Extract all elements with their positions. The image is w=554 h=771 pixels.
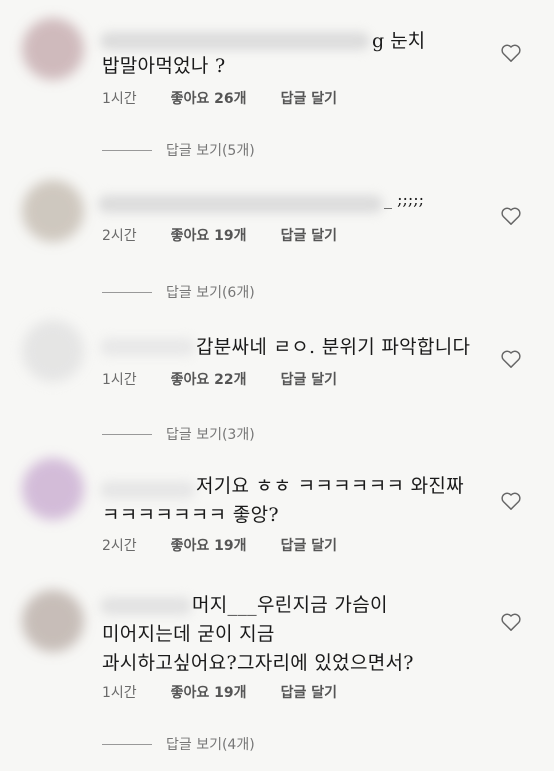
timestamp: 2시간 (102, 538, 137, 554)
heart-outline-icon[interactable] (500, 491, 522, 511)
view-replies-label: 답글 보기(4개) (166, 737, 255, 753)
likes-count[interactable]: 좋아요 22개 (171, 369, 247, 389)
likes-count[interactable]: 좋아요 19개 (171, 682, 247, 702)
timestamp: 1시간 (102, 91, 137, 107)
comment-meta: 1시간 좋아요 22개 답글 달기 (102, 369, 337, 389)
avatar[interactable] (22, 18, 84, 80)
timestamp: 2시간 (102, 228, 137, 244)
comment-text: 저기요 ㅎㅎ ㅋㅋㅋㅋㅋㅋ 와진짜 ㅋㅋㅋㅋㅋㅋㅋ 좋앙? (102, 475, 464, 526)
comment-meta: 1시간 좋아요 19개 답글 달기 (102, 682, 337, 702)
likes-count[interactable]: 좋아요 19개 (171, 535, 247, 555)
avatar[interactable] (22, 458, 84, 520)
avatar[interactable] (22, 180, 84, 242)
heart-outline-icon[interactable] (500, 43, 522, 63)
username-blurred[interactable] (100, 338, 195, 356)
view-replies-label: 답글 보기(6개) (166, 285, 255, 301)
likes-count[interactable]: 좋아요 26개 (171, 88, 247, 108)
avatar[interactable] (22, 320, 84, 382)
view-replies-button[interactable]: 답글 보기(3개) (102, 424, 255, 444)
view-replies-button[interactable]: 답글 보기(4개) (102, 734, 255, 754)
divider-line (102, 291, 152, 293)
comment-meta: 2시간 좋아요 19개 답글 달기 (102, 225, 337, 245)
reply-button[interactable]: 답글 달기 (281, 535, 337, 555)
divider-line (102, 149, 152, 151)
timestamp: 1시간 (102, 372, 137, 388)
username-blurred[interactable] (98, 195, 383, 213)
reply-button[interactable]: 답글 달기 (281, 88, 337, 108)
comment-text: 밥말아먹었나 ? (102, 55, 226, 77)
comment-meta: 2시간 좋아요 19개 답글 달기 (102, 535, 337, 555)
comment-text: 갑분싸네 ㄹㅇ. 분위기 파악합니다 (196, 336, 471, 358)
heart-outline-icon[interactable] (500, 349, 522, 369)
comment-meta: 1시간 좋아요 26개 답글 달기 (102, 88, 337, 108)
view-replies-label: 답글 보기(5개) (166, 143, 255, 159)
divider-line (102, 743, 152, 745)
heart-outline-icon[interactable] (500, 206, 522, 226)
timestamp: 1시간 (102, 685, 137, 701)
view-replies-button[interactable]: 답글 보기(6개) (102, 282, 255, 302)
view-replies-label: 답글 보기(3개) (166, 427, 255, 443)
avatar[interactable] (22, 590, 84, 652)
reply-button[interactable]: 답글 달기 (281, 369, 337, 389)
comment-text-tail: g 눈치 (372, 30, 426, 52)
comment-text: 머지___우린지금 가슴이 미어지는데 굳이 지금 과시하고싶어요?그자리에 있… (102, 594, 414, 674)
comment-text-tail: _ ;;;;; (384, 190, 425, 209)
username-blurred[interactable] (100, 32, 370, 50)
heart-outline-icon[interactable] (500, 612, 522, 632)
view-replies-button[interactable]: 답글 보기(5개) (102, 140, 255, 160)
reply-button[interactable]: 답글 달기 (281, 682, 337, 702)
divider-line (102, 433, 152, 435)
reply-button[interactable]: 답글 달기 (281, 225, 337, 245)
likes-count[interactable]: 좋아요 19개 (171, 225, 247, 245)
